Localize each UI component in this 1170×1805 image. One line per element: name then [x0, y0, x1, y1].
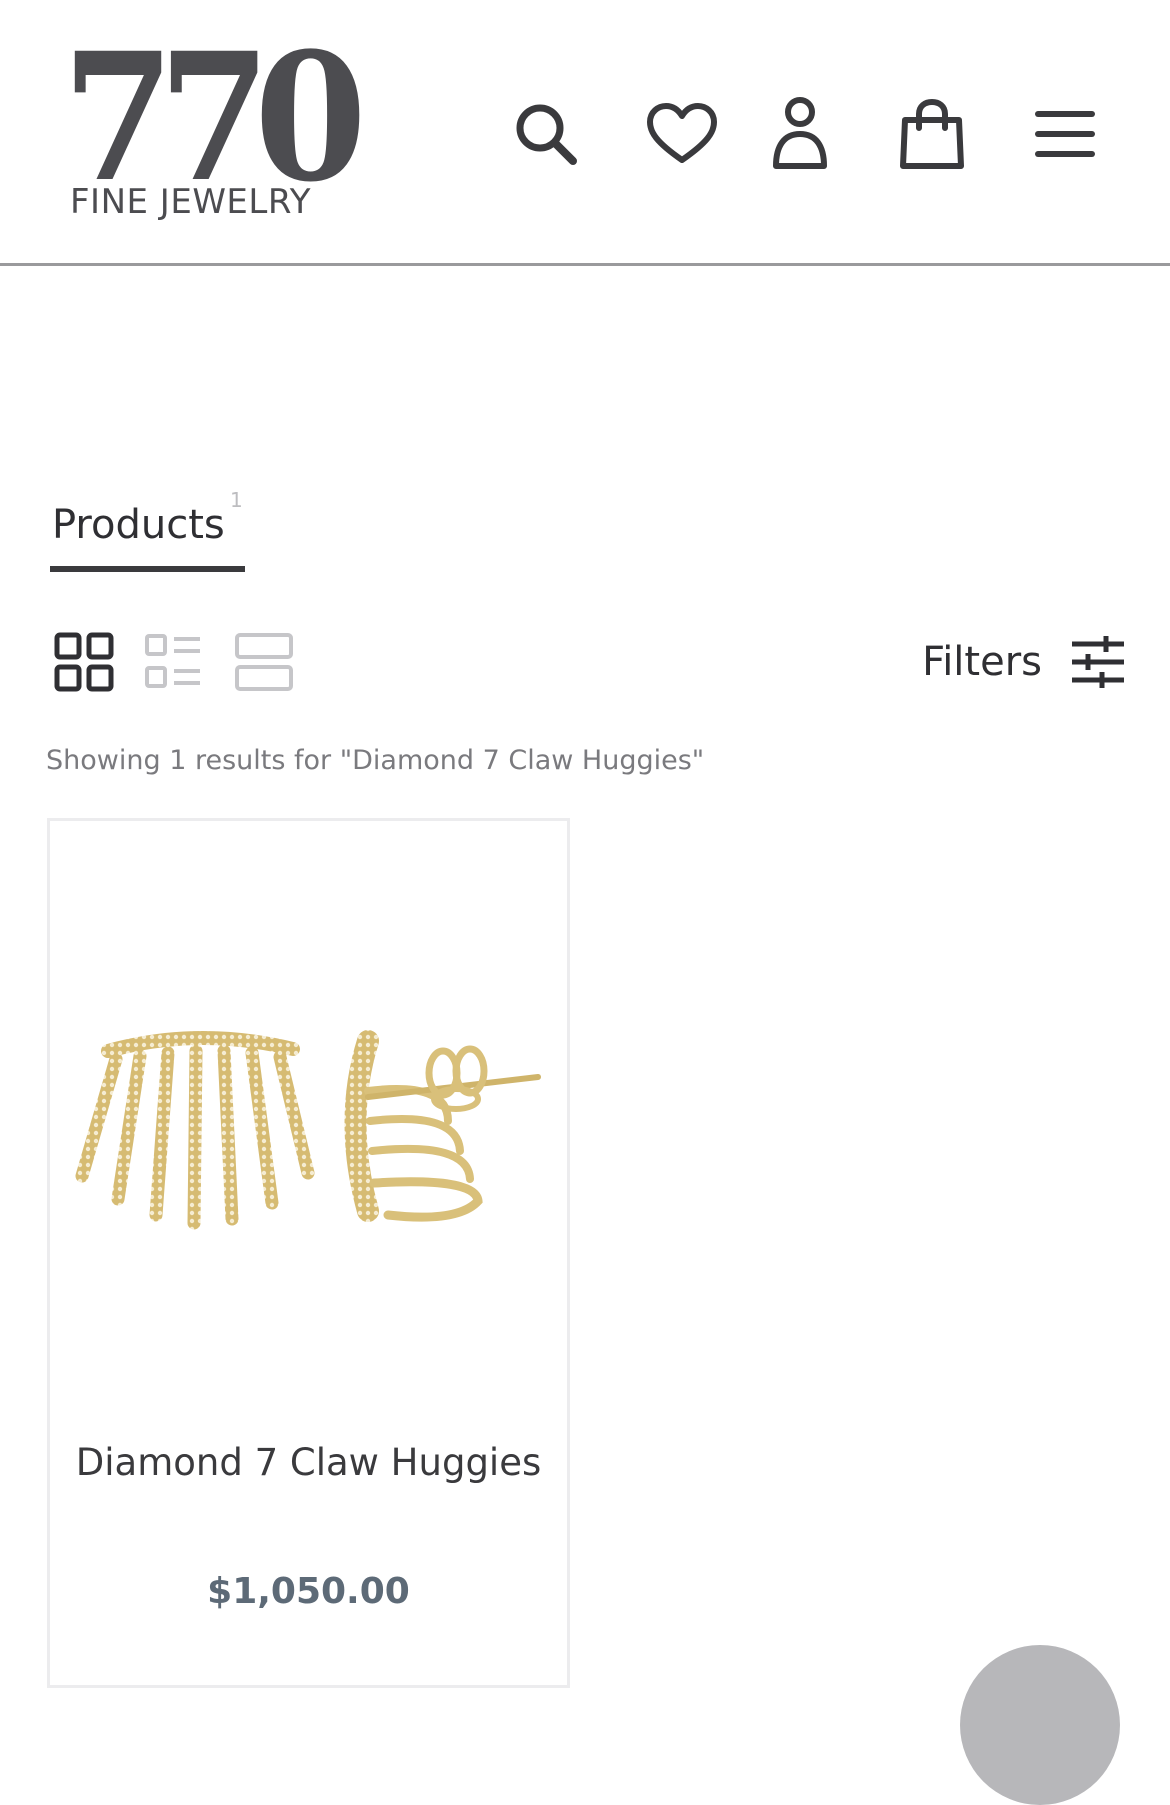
- product-price: $1,050.00: [207, 1571, 410, 1612]
- tab-count: 1: [230, 488, 243, 512]
- list-view-icon: [145, 634, 200, 688]
- sliders-icon: [1072, 636, 1124, 688]
- list-view-button[interactable]: [142, 630, 206, 694]
- search-button[interactable]: [508, 96, 584, 172]
- chat-bubble-button[interactable]: [960, 1645, 1120, 1805]
- grid-view-icon: [54, 632, 114, 692]
- tab-label: Products: [52, 502, 225, 548]
- menu-button[interactable]: [1027, 96, 1103, 172]
- results-summary: Showing 1 results for "Diamond 7 Claw Hu…: [46, 745, 705, 776]
- product-card[interactable]: Diamond 7 Claw Huggies $1,050.00: [47, 818, 570, 1688]
- user-icon: [773, 97, 827, 169]
- logo-subtitle: FINE JEWELRY: [70, 182, 312, 222]
- wide-view-button[interactable]: [232, 630, 296, 694]
- site-header: 770 FINE JEWELRY: [0, 0, 1170, 266]
- shopping-bag-icon: [900, 98, 964, 169]
- filters-button[interactable]: Filters: [922, 630, 1126, 694]
- cart-button[interactable]: [894, 96, 970, 172]
- tab-active-indicator: [50, 566, 245, 572]
- logo-number: 770: [62, 14, 367, 221]
- logo[interactable]: 770 FINE JEWELRY: [62, 14, 367, 230]
- grid-view-button[interactable]: [52, 630, 116, 694]
- product-image[interactable]: [68, 1001, 548, 1251]
- heart-icon: [647, 103, 717, 163]
- search-icon: [516, 104, 577, 165]
- wishlist-button[interactable]: [644, 96, 720, 172]
- tab-products[interactable]: Products 1: [50, 488, 245, 574]
- wide-view-icon: [235, 633, 293, 691]
- account-button[interactable]: [762, 96, 838, 172]
- product-title[interactable]: Diamond 7 Claw Huggies: [50, 1441, 567, 1484]
- menu-icon: [1035, 111, 1095, 157]
- filters-label: Filters: [922, 639, 1042, 685]
